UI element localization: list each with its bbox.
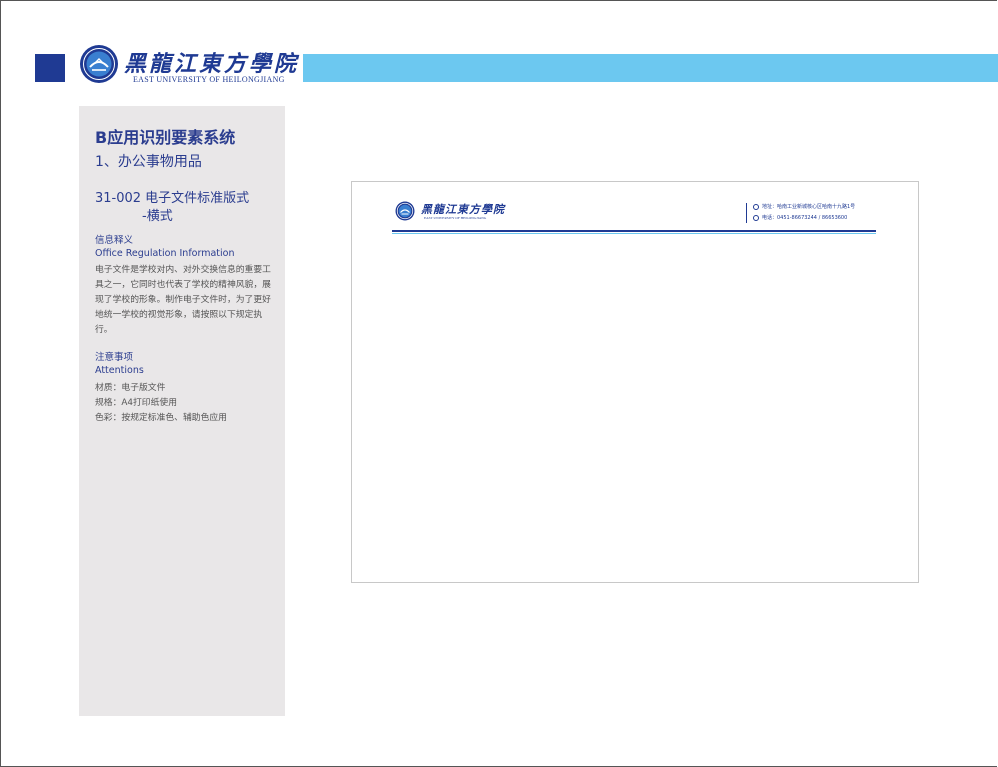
- header-accent-bar: [303, 54, 998, 82]
- doc-phone: 电话：0451-86673244 / 86653600: [753, 214, 847, 221]
- attn-item: 色彩：按规定标准色、辅助色应用: [95, 413, 227, 423]
- doc-address: 地址：哈南工业新城核心区哈南十九路1号: [753, 203, 855, 210]
- section-title: B应用识别要素系统: [95, 128, 236, 147]
- attn-heading-en: Attentions: [95, 365, 144, 376]
- school-name-cn: 黑龍江東方學院: [124, 51, 300, 77]
- school-logo: 黑龍江東方學院 EAST UNIVERSITY OF HEILONGJIANG: [79, 44, 296, 88]
- phone-icon: [753, 214, 759, 221]
- section-subtitle: 1、办公事物用品: [95, 154, 202, 170]
- info-heading-cn: 信息释义: [95, 235, 134, 246]
- doc-phone-text: 电话：0451-86673244 / 86653600: [762, 215, 848, 221]
- doc-header-rule: [392, 230, 876, 232]
- school-name-en: EAST UNIVERSITY OF HEILONGJIANG: [133, 75, 285, 84]
- item-code-variant: -横式: [142, 209, 173, 224]
- school-emblem-icon: [395, 201, 415, 221]
- location-icon: [753, 203, 759, 210]
- attn-item: 规格：A4打印纸使用: [95, 398, 177, 408]
- doc-divider: [746, 203, 747, 223]
- doc-school-name-en: EAST UNIVERSITY OF HEILONGJIANG: [424, 216, 487, 220]
- school-emblem-icon: [80, 45, 118, 83]
- brand-color-square: [35, 54, 65, 82]
- info-body: 电子文件是学校对内、对外交换信息的重要工具之一，它同时也代表了学校的精神风貌，展…: [95, 265, 271, 335]
- doc-school-name-cn: 黑龍江東方學院: [421, 203, 505, 216]
- doc-address-text: 地址：哈南工业新城核心区哈南十九路1号: [762, 204, 856, 210]
- attn-heading-cn: 注意事项: [95, 352, 134, 363]
- info-heading-en: Office Regulation Information: [95, 248, 235, 259]
- attn-item: 材质：电子版文件: [95, 383, 166, 393]
- item-code: 31-002 电子文件标准版式: [95, 191, 250, 206]
- document-preview: 黑龍江東方學院 EAST UNIVERSITY OF HEILONGJIANG …: [351, 181, 919, 583]
- info-sidebar: B应用识别要素系统 1、办公事物用品 31-002 电子文件标准版式 -横式 信…: [79, 106, 285, 716]
- doc-header-rule-accent: [392, 233, 876, 234]
